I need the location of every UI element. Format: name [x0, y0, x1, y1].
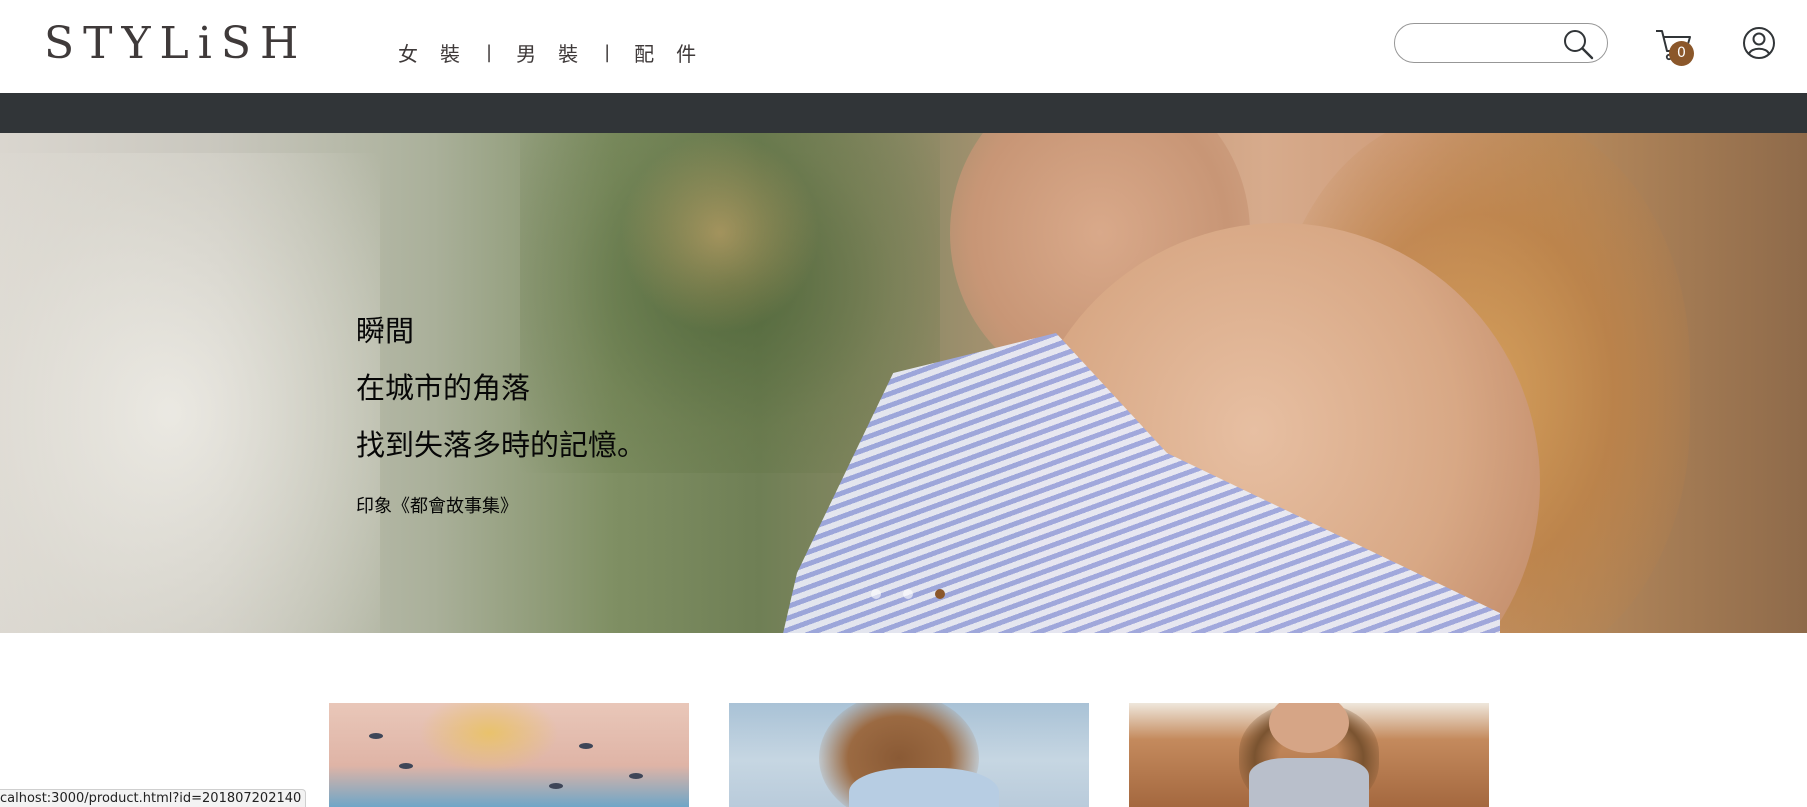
- product-pattern: [549, 783, 563, 789]
- main-nav: 女裝 | 男裝 | 配件: [398, 38, 718, 67]
- logo[interactable]: STYLiSH: [44, 18, 307, 70]
- header-dark-bar: [0, 93, 1807, 133]
- hero-background-blur: [0, 153, 380, 633]
- carousel-dot-1[interactable]: [871, 589, 881, 599]
- nav-item-men[interactable]: 男裝: [516, 38, 600, 67]
- product-pattern: [579, 743, 593, 749]
- hero-hair-strand: [620, 133, 820, 333]
- product-pattern: [629, 773, 643, 779]
- hero-line: 瞬間: [356, 314, 415, 348]
- hero-line: 在城市的角落: [356, 371, 531, 405]
- search-input[interactable]: [1409, 30, 1559, 56]
- carousel-dot-3[interactable]: [935, 589, 945, 599]
- hero-line: 找到失落多時的記憶。: [356, 428, 647, 462]
- hero-source: 印象《都會故事集》: [356, 496, 518, 517]
- product-card-2[interactable]: [729, 703, 1089, 807]
- product-card-1[interactable]: [329, 703, 689, 807]
- nav-separator: |: [486, 42, 493, 63]
- hero-story: 瞬間 在城市的角落 找到失落多時的記憶。 印象《都會故事集》: [356, 303, 646, 518]
- header: STYLiSH 女裝 | 男裝 | 配件 0: [0, 0, 1807, 93]
- nav-item-accessories[interactable]: 配件: [634, 38, 718, 67]
- product-shirt: [1249, 758, 1369, 807]
- carousel-dot-2[interactable]: [903, 589, 913, 599]
- product-card-3[interactable]: [1129, 703, 1489, 807]
- nav-item-women[interactable]: 女裝: [398, 38, 482, 67]
- hero-banner[interactable]: 瞬間 在城市的角落 找到失落多時的記憶。 印象《都會故事集》: [0, 133, 1807, 633]
- product-image: [419, 703, 559, 773]
- browser-status-url: calhost:3000/product.html?id=20180720214…: [0, 789, 307, 807]
- carousel-dots: [871, 589, 945, 599]
- search-icon[interactable]: [1561, 28, 1595, 60]
- product-pattern: [399, 763, 413, 769]
- cart-count-badge: 0: [1669, 41, 1694, 66]
- product-pattern: [369, 733, 383, 739]
- nav-separator: |: [604, 42, 611, 63]
- member-icon[interactable]: [1742, 26, 1776, 60]
- search-box: [1394, 23, 1608, 63]
- product-shirt: [849, 768, 999, 807]
